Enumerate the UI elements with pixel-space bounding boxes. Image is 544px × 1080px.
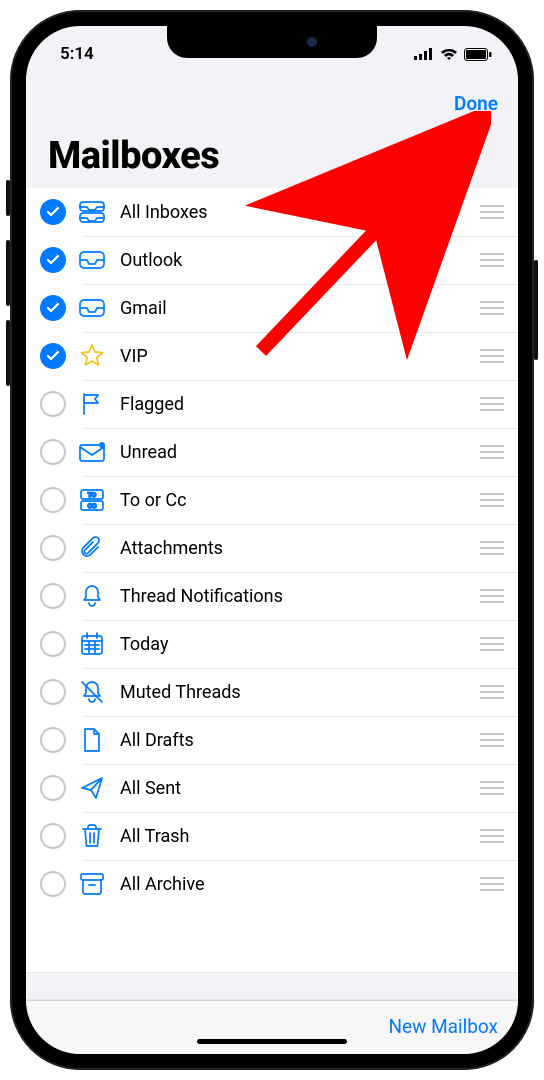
svg-text:CC: CC [88, 504, 97, 510]
paperplane-icon [76, 772, 108, 804]
mailbox-label: Gmail [120, 298, 480, 319]
mailbox-row-unread[interactable]: Unread [26, 428, 518, 476]
calendar-icon [76, 628, 108, 660]
mailbox-list[interactable]: All Inboxes Outlook Gmail VIP Flagged Unread T… [26, 188, 518, 972]
checkbox[interactable] [40, 199, 66, 225]
reorder-handle-icon[interactable] [480, 779, 504, 797]
mailbox-label: To or Cc [120, 490, 480, 511]
mailbox-row-all-archive[interactable]: All Archive [26, 860, 518, 908]
mailbox-row-muted[interactable]: Muted Threads [26, 668, 518, 716]
cellular-icon [414, 48, 434, 60]
bell-slash-icon [76, 676, 108, 708]
page-title: Mailboxes [48, 134, 498, 178]
status-right [414, 48, 492, 61]
mailbox-row-all-inboxes[interactable]: All Inboxes [26, 188, 518, 236]
mailbox-label: All Sent [120, 778, 480, 799]
mailbox-row-today[interactable]: Today [26, 620, 518, 668]
mailbox-label: Thread Notifications [120, 586, 480, 607]
mailbox-row-flagged[interactable]: Flagged [26, 380, 518, 428]
checkbox[interactable] [40, 247, 66, 273]
star-icon [76, 340, 108, 372]
phone-frame: 5:14 Done Mailboxes All Inboxes Outlook Gm… [10, 10, 534, 1070]
reorder-handle-icon[interactable] [480, 395, 504, 413]
archivebox-icon [76, 868, 108, 900]
checkbox[interactable] [40, 727, 66, 753]
all-inboxes-icon [76, 196, 108, 228]
mailbox-row-all-drafts[interactable]: All Drafts [26, 716, 518, 764]
battery-icon [464, 48, 492, 61]
home-indicator[interactable] [197, 1039, 347, 1044]
mailbox-label: Today [120, 634, 480, 655]
checkbox[interactable] [40, 439, 66, 465]
reorder-handle-icon[interactable] [480, 875, 504, 893]
side-button [534, 260, 538, 360]
mailbox-label: Attachments [120, 538, 480, 559]
to-cc-icon: TO CC [76, 484, 108, 516]
reorder-handle-icon[interactable] [480, 635, 504, 653]
bell-icon [76, 580, 108, 612]
reorder-handle-icon[interactable] [480, 203, 504, 221]
mailbox-row-attachments[interactable]: Attachments [26, 524, 518, 572]
checkbox[interactable] [40, 775, 66, 801]
mailbox-label: Flagged [120, 394, 480, 415]
checkbox[interactable] [40, 679, 66, 705]
reorder-handle-icon[interactable] [480, 683, 504, 701]
checkbox[interactable] [40, 631, 66, 657]
mailbox-label: Unread [120, 442, 480, 463]
new-mailbox-button[interactable]: New Mailbox [388, 1015, 498, 1038]
side-button [6, 320, 10, 386]
side-button [6, 180, 10, 216]
toolbar: New Mailbox [26, 1000, 518, 1054]
nav-bar: Done [26, 76, 518, 126]
checkbox[interactable] [40, 535, 66, 561]
reorder-handle-icon[interactable] [480, 299, 504, 317]
svg-text:TO: TO [88, 493, 97, 499]
mailbox-row-gmail[interactable]: Gmail [26, 284, 518, 332]
mailbox-row-all-trash[interactable]: All Trash [26, 812, 518, 860]
clock: 5:14 [60, 44, 94, 64]
reorder-handle-icon[interactable] [480, 443, 504, 461]
checkbox[interactable] [40, 871, 66, 897]
mailbox-row-vip[interactable]: VIP [26, 332, 518, 380]
mailbox-label: All Inboxes [120, 202, 480, 223]
checkbox[interactable] [40, 343, 66, 369]
mailbox-label: Muted Threads [120, 682, 480, 703]
reorder-handle-icon[interactable] [480, 539, 504, 557]
wifi-icon [440, 48, 458, 61]
mailbox-label: All Drafts [120, 730, 480, 751]
flag-icon [76, 388, 108, 420]
mailbox-row-all-sent[interactable]: All Sent [26, 764, 518, 812]
mailbox-label: VIP [120, 346, 480, 367]
trash-icon [76, 820, 108, 852]
reorder-handle-icon[interactable] [480, 347, 504, 365]
reorder-handle-icon[interactable] [480, 587, 504, 605]
reorder-handle-icon[interactable] [480, 491, 504, 509]
notch [167, 26, 377, 58]
side-button [6, 240, 10, 306]
checkbox[interactable] [40, 583, 66, 609]
mailbox-row-outlook[interactable]: Outlook [26, 236, 518, 284]
screen: 5:14 Done Mailboxes All Inboxes Outlook Gm… [26, 26, 518, 1054]
unread-icon [76, 436, 108, 468]
paperclip-icon [76, 532, 108, 564]
done-button[interactable]: Done [454, 92, 498, 115]
reorder-handle-icon[interactable] [480, 827, 504, 845]
mailbox-row-thread-notifications[interactable]: Thread Notifications [26, 572, 518, 620]
mailbox-row-to-cc[interactable]: TO CC To or Cc [26, 476, 518, 524]
list-separator [26, 972, 518, 1000]
checkbox[interactable] [40, 295, 66, 321]
checkbox[interactable] [40, 487, 66, 513]
checkbox[interactable] [40, 823, 66, 849]
inbox-icon [76, 244, 108, 276]
checkbox[interactable] [40, 391, 66, 417]
doc-icon [76, 724, 108, 756]
mailbox-label: Outlook [120, 250, 480, 271]
reorder-handle-icon[interactable] [480, 251, 504, 269]
title-area: Mailboxes [26, 126, 518, 188]
inbox-icon [76, 292, 108, 324]
mailbox-label: All Archive [120, 874, 480, 895]
reorder-handle-icon[interactable] [480, 731, 504, 749]
mailbox-label: All Trash [120, 826, 480, 847]
